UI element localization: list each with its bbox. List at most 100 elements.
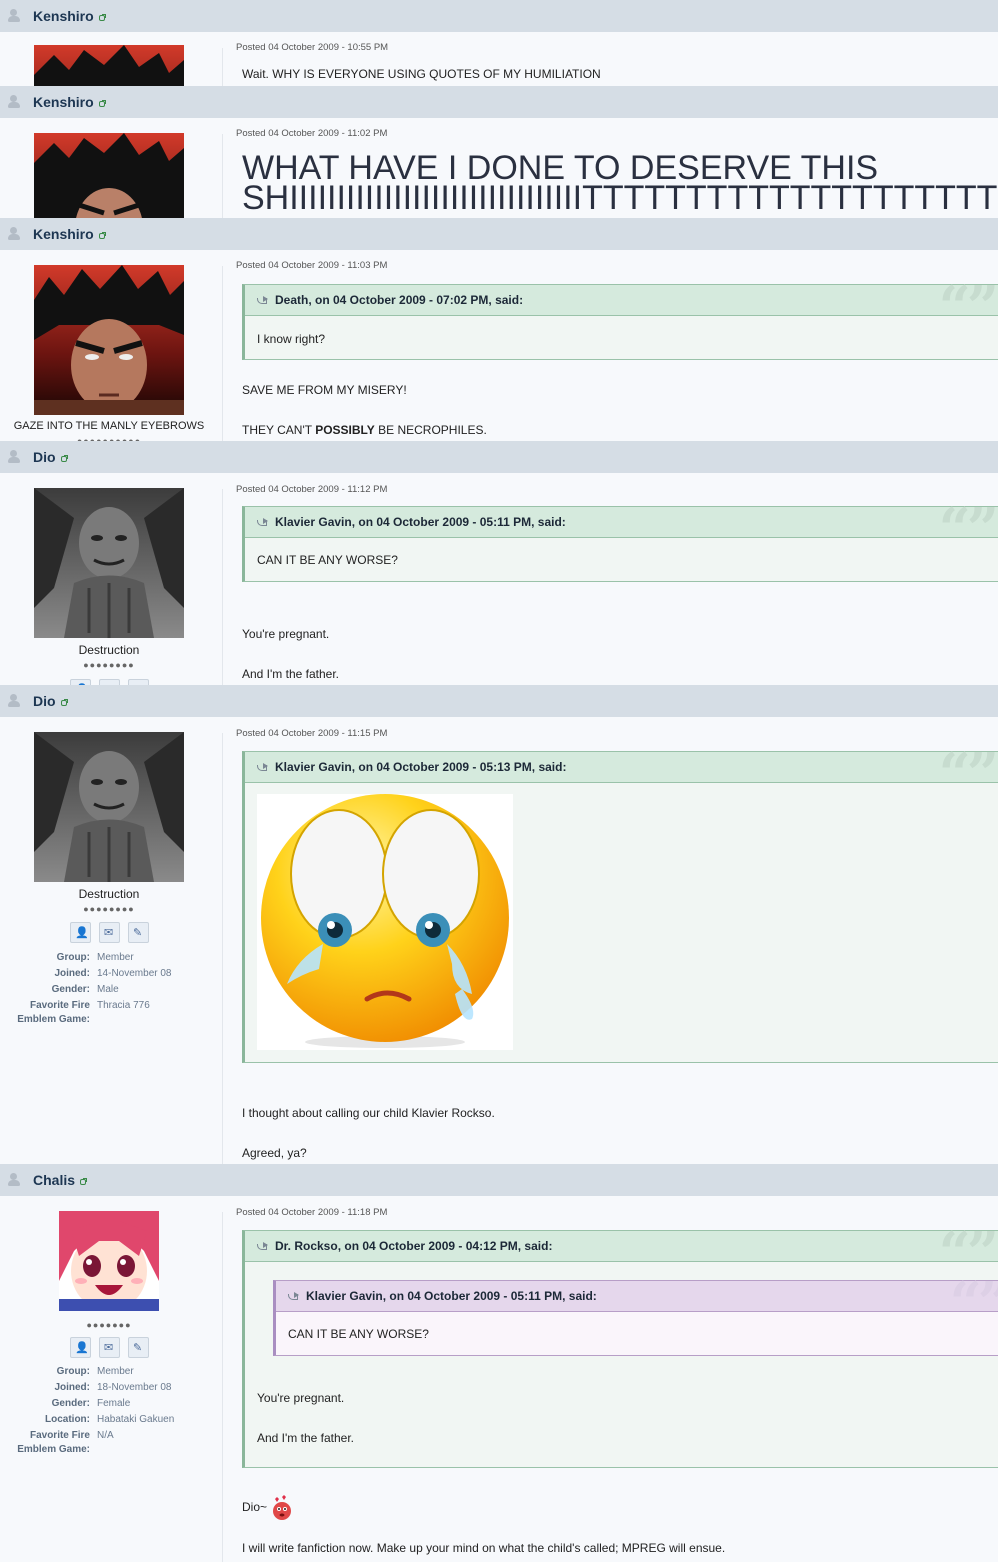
quote-mark-icon: “” (938, 741, 998, 807)
post-header: Kenshiro (0, 86, 998, 118)
info-row: Favorite Fire N/A (29, 1430, 114, 1441)
user-icon (6, 8, 22, 24)
quote-mark-icon: “” (938, 496, 998, 562)
rank-pips: ●●●●●●● (86, 1320, 132, 1330)
post-body: Posted 04 October 2009 - 11:12 PM Klavie… (236, 473, 998, 685)
avatar[interactable] (34, 732, 184, 882)
quote-icon[interactable] (257, 296, 269, 304)
quote-block: Klavier Gavin, on 04 October 2009 - 05:1… (242, 501, 998, 582)
post-text: Dio~ (242, 1494, 293, 1520)
post-5: Dio Destruction ●●●●●●●● 👤 ✉ ✎ Group: Me… (0, 685, 998, 1164)
crying-smiley-image (257, 794, 513, 1050)
user-icon (6, 226, 22, 242)
quote-block: Death, on 04 October 2009 - 07:02 PM, sa… (242, 279, 998, 360)
info-row: Joined: 18-November 08 (54, 1382, 172, 1393)
avatar[interactable] (34, 488, 184, 638)
edit-icon[interactable]: ✎ (128, 922, 149, 943)
author-column: ●●●●●●● 👤 ✉ ✎ Group: Member Joined: 18-Nov… (0, 1196, 222, 1562)
author-column: Destruction ●●●●●●●● 👤 ✉ ✎ Group: Member … (0, 717, 222, 1164)
avatar[interactable] (34, 45, 184, 86)
post-date: Posted 04 October 2009 - 11:02 PM (236, 128, 388, 139)
message-icon[interactable]: ✉ (99, 922, 120, 943)
post-6: Chalis ●●●●●●● 👤 ✉ ✎ Group: Member Joine… (0, 1164, 998, 1562)
post-date: Posted 04 October 2009 - 11:12 PM (236, 484, 388, 495)
edit-icon[interactable]: ✎ (128, 1337, 149, 1358)
author-name[interactable]: Chalis (33, 1172, 75, 1188)
message-icon[interactable]: ✉ (99, 1337, 120, 1358)
quote-icon[interactable] (257, 1242, 269, 1250)
author-name[interactable]: Kenshiro (33, 8, 94, 24)
quote-block-outer: Dr. Rockso, on 04 October 2009 - 04:12 P… (242, 1225, 998, 1468)
author-name[interactable]: Dio (33, 693, 56, 709)
post-text: And I'm the father. (242, 667, 340, 681)
post-header: Kenshiro (0, 218, 998, 250)
link-icon[interactable] (60, 454, 68, 462)
quote-text: I know right? (257, 332, 326, 346)
info-row: Emblem Game: (17, 1444, 90, 1455)
author-name[interactable]: Kenshiro (33, 94, 94, 110)
post-text: THEY CAN'T POSSIBLY BE NECROPHILES. (242, 423, 487, 437)
quote-citation: Klavier Gavin, on 04 October 2009 - 05:1… (306, 1289, 597, 1303)
author-name[interactable]: Dio (33, 449, 56, 465)
info-row: Group: Member (56, 1366, 134, 1377)
post-text: SAVE ME FROM MY MISERY! (242, 383, 407, 397)
post-header: Chalis (0, 1164, 998, 1196)
link-icon[interactable] (98, 13, 106, 21)
member-title: GAZE INTO THE MANLY EYEBROWS (13, 420, 205, 432)
author-column: GAZE INTO THE MANLY EYEBROWS ●●●●●●●●●● (0, 250, 222, 441)
profile-actions: 👤 ✉ ✎ (70, 1337, 149, 1358)
info-row: Emblem Game: (17, 1014, 90, 1025)
link-icon[interactable] (98, 99, 106, 107)
quote-text: CAN IT BE ANY WORSE? (288, 1327, 429, 1341)
quote-mark-icon: “” (938, 274, 998, 340)
post-date: Posted 04 October 2009 - 10:55 PM (236, 42, 389, 53)
post-header: Dio (0, 685, 998, 717)
post-text: You're pregnant. (242, 627, 330, 641)
post-1: Kenshiro Posted 04 October 2009 - 10:55 … (0, 0, 998, 86)
blushing-smiley-icon (271, 1495, 293, 1521)
post-text-large: SHIIIIIIIIIIIIIIIIIIIIIIIIIIIIIIITTTTTTT… (242, 179, 998, 217)
user-icon (6, 94, 22, 110)
author-name[interactable]: Kenshiro (33, 226, 94, 242)
profile-icon[interactable]: 👤 (70, 922, 91, 943)
user-icon (6, 1172, 22, 1188)
quote-icon[interactable] (257, 763, 269, 771)
quote-text: And I'm the father. (257, 1431, 355, 1445)
quote-citation: Klavier Gavin, on 04 October 2009 - 05:1… (275, 760, 567, 774)
link-icon[interactable] (98, 231, 106, 239)
post-date: Posted 04 October 2009 - 11:15 PM (236, 728, 388, 739)
quote-citation: Klavier Gavin, on 04 October 2009 - 05:1… (275, 515, 566, 529)
author-column: Destruction ●●●●●●●● 👤 ✉ ✎ (0, 473, 222, 685)
post-2: Kenshiro Posted 04 October 2009 - 11:02 … (0, 86, 998, 218)
rank-pips: ●●●●●●●● (83, 660, 135, 670)
quote-block: Klavier Gavin, on 04 October 2009 - 05:1… (242, 746, 998, 1063)
quote-icon[interactable] (257, 518, 269, 526)
profile-icon[interactable]: 👤 (70, 1337, 91, 1358)
member-title: Destruction (78, 887, 140, 901)
link-icon[interactable] (80, 1177, 88, 1185)
avatar[interactable] (34, 133, 184, 218)
author-column (0, 118, 222, 218)
info-row: Group: Member (56, 952, 134, 963)
quote-block-inner: Klavier Gavin, on 04 October 2009 - 05:1… (273, 1275, 998, 1356)
profile-actions: 👤 ✉ ✎ (70, 922, 149, 943)
quote-header: Klavier Gavin, on 04 October 2009 - 05:1… (245, 746, 998, 802)
info-row: Gender: Female (51, 1398, 131, 1409)
quote-header: Klavier Gavin, on 04 October 2009 - 05:1… (245, 501, 998, 557)
post-body: Posted 04 October 2009 - 11:03 PM Death,… (236, 250, 998, 441)
post-header: Dio (0, 441, 998, 473)
quote-mark-icon: “” (949, 1270, 998, 1336)
post-date: Posted 04 October 2009 - 11:03 PM (236, 260, 388, 271)
post-text: Agreed, ya? (242, 1146, 307, 1160)
quote-header: Dr. Rockso, on 04 October 2009 - 04:12 P… (245, 1225, 998, 1281)
quote-citation: Death, on 04 October 2009 - 07:02 PM, sa… (275, 293, 524, 307)
quote-icon[interactable] (288, 1292, 300, 1300)
info-row: Location: Habataki Gakuen (45, 1414, 175, 1425)
post-text: I will write fanfiction now. Make up you… (242, 1541, 726, 1555)
post-text: Wait. WHY IS EVERYONE USING QUOTES OF MY… (242, 67, 601, 81)
info-row: Gender: Male (51, 984, 119, 995)
avatar[interactable] (59, 1211, 159, 1311)
member-title: Destruction (78, 643, 140, 657)
link-icon[interactable] (60, 698, 68, 706)
avatar[interactable] (34, 265, 184, 415)
